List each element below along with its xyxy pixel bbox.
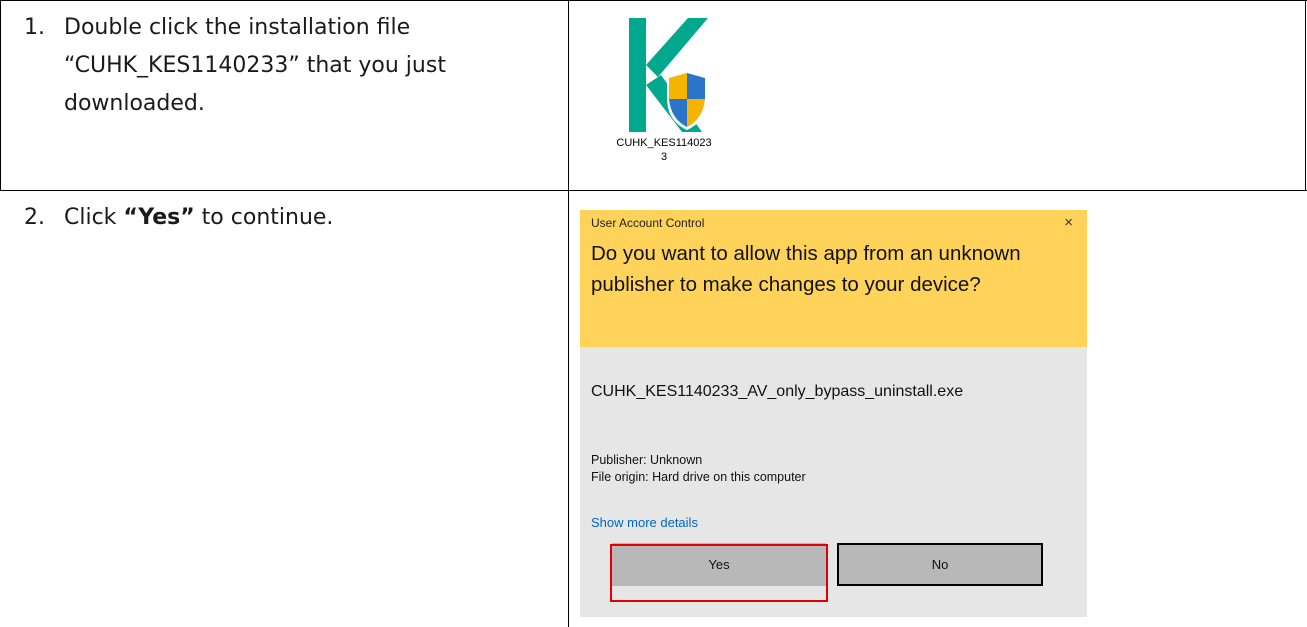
file-name-label: CUHK_KES114023 3 [594,136,734,164]
step-line: Double click the installation file [64,15,411,40]
step-description: Double click the installation file “CUHK_… [64,9,446,123]
step-emphasis: “Yes” [123,205,195,230]
step-1-text: 1. Double click the installation file “CUH… [24,9,446,123]
file-origin-text: File origin: Hard drive on this computer [591,470,806,484]
yes-highlight-box [610,544,828,602]
step-number: 2. [24,205,45,230]
step-line: “CUHK_KES1140233” that you just [64,53,446,78]
table-row-divider [0,190,1307,191]
uac-file-name: CUHK_KES1140233_AV_only_bypass_uninstall… [591,383,964,400]
file-label-line: 3 [660,151,668,163]
table-top-border [0,0,1307,1]
table-right-border [1305,0,1306,190]
uac-title: User Account Control [591,216,705,230]
publisher-text: Publisher: Unknown [591,453,703,467]
step-suffix: to continue. [194,205,334,230]
no-button[interactable]: No [837,543,1043,586]
step-2-text: 2. Click “Yes” to continue. [24,199,333,237]
step-number: 1. [24,15,45,40]
table-left-border [0,0,1,190]
table-column-divider [568,0,569,627]
uac-shield-icon [667,70,707,130]
kaspersky-logo-icon [629,18,708,132]
show-more-details-link[interactable]: Show more details [591,515,698,530]
uac-header: User Account Control × Do you want to al… [580,210,1087,347]
uac-question: Do you want to allow this app from an un… [591,242,1021,296]
file-label-line: CUHK_KES114023 [616,137,712,149]
step-prefix: Click [64,205,124,230]
step-description: Click “Yes” to continue. [64,199,333,237]
uac-details: Publisher: Unknown File origin: Hard dri… [591,452,806,486]
close-icon[interactable]: × [1064,214,1073,231]
step-line: downloaded. [64,91,205,116]
